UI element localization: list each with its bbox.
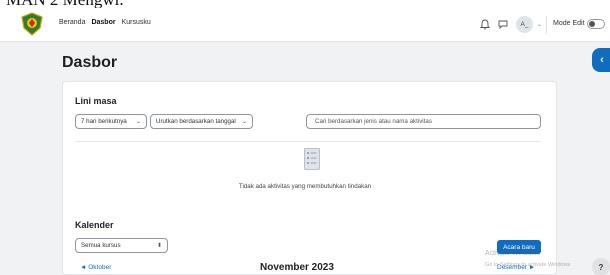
user-avatar[interactable]: A_ bbox=[516, 16, 533, 33]
select-arrows-icon: ⬍ bbox=[156, 243, 162, 249]
document-fragment-text: MAN 2 Mengwi. bbox=[6, 0, 124, 8]
empty-timeline-icon bbox=[304, 148, 320, 170]
timeline-day-filter-value: 7 hari berikutnya bbox=[81, 118, 127, 125]
chevron-left-icon: ‹ bbox=[600, 54, 604, 66]
timeline-day-filter[interactable]: 7 hari berikutnya ⌄ bbox=[75, 114, 147, 129]
edit-mode-toggle[interactable] bbox=[587, 19, 605, 29]
timeline-sort-value: Urutkan berdasarkan tanggal bbox=[156, 118, 236, 125]
page-title: Dasbor bbox=[62, 54, 118, 71]
messages-icon[interactable] bbox=[498, 20, 508, 29]
chevron-down-icon: ⌄ bbox=[241, 119, 247, 125]
help-button[interactable]: ? bbox=[592, 258, 610, 275]
empty-timeline-message: Tidak ada aktivitas yang membutuhkan tin… bbox=[238, 183, 372, 190]
calendar-heading: Kalender bbox=[75, 220, 114, 230]
triangle-left-icon: ◄ bbox=[80, 264, 87, 271]
timeline-search-input[interactable]: Cari berdasarkan jenis atau nama aktivit… bbox=[306, 114, 541, 129]
timeline-search-placeholder: Cari berdasarkan jenis atau nama aktivit… bbox=[315, 118, 432, 125]
open-block-drawer-button[interactable]: ‹ bbox=[592, 48, 610, 72]
notification-bell-icon[interactable] bbox=[480, 19, 490, 30]
nav-link-beranda[interactable]: Beranda bbox=[59, 19, 85, 26]
user-menu-chevron-down-icon[interactable]: ⌄ bbox=[537, 21, 542, 28]
activation-watermark-title: Activate Windows bbox=[485, 250, 541, 257]
nav-link-dasbor[interactable]: Dasbor bbox=[91, 19, 115, 26]
calendar-course-filter[interactable]: Semua kursus ⬍ bbox=[75, 238, 168, 253]
school-logo-icon[interactable] bbox=[20, 12, 44, 36]
nav-link-kursusku[interactable]: Kursusku bbox=[122, 19, 151, 26]
chevron-down-icon: ⌄ bbox=[135, 119, 141, 125]
top-navbar: Beranda Dasbor Kursusku A_ ⌄ Mode Edit bbox=[0, 8, 610, 42]
edit-mode-label: Mode Edit bbox=[553, 20, 585, 27]
timeline-sort-select[interactable]: Urutkan berdasarkan tanggal ⌄ bbox=[150, 114, 253, 129]
primary-navigation: Beranda Dasbor Kursusku bbox=[59, 19, 151, 26]
timeline-heading: Lini masa bbox=[75, 96, 117, 106]
previous-month-label: Oktober bbox=[88, 264, 112, 271]
document-fragment: MAN 2 Mengwi. bbox=[0, 0, 610, 8]
current-month-title: November 2023 bbox=[260, 262, 334, 273]
navbar-divider bbox=[546, 16, 547, 34]
activation-watermark-subtitle: Go to Settings to activate Windows bbox=[485, 262, 571, 268]
calendar-course-filter-value: Semua kursus bbox=[81, 242, 121, 249]
previous-month-link[interactable]: ◄ Oktober bbox=[80, 264, 111, 271]
timeline-divider bbox=[75, 141, 541, 142]
